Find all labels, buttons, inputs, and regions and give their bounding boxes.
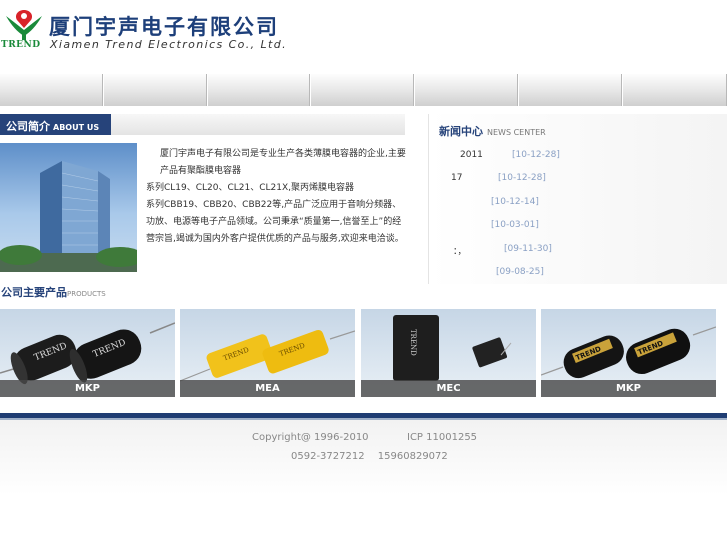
product-card-3[interactable]: TREND MEC [361, 309, 536, 397]
nav-item-4[interactable] [311, 74, 416, 106]
about-title-cn: 公司简介 [6, 120, 50, 133]
company-building-image [0, 143, 137, 272]
product-card-4[interactable]: TREND TREND MKP [541, 309, 716, 397]
logo-text: TREND [1, 40, 41, 50]
company-name-cn: 厦门宇声电子有限公司 [49, 15, 279, 39]
about-text-line-1: 厦门宇声电子有限公司是专业生产各类薄膜电容器的企业,主要产品有聚酯膜电容器 [160, 149, 406, 176]
product-label-1: MKP [0, 380, 175, 397]
nav-item-5[interactable] [415, 74, 519, 106]
products-title-cn: 公司主要产品 [1, 286, 67, 299]
news-date-6: [09-08-25] [496, 267, 544, 277]
nav-item-6[interactable] [518, 74, 623, 106]
contact-phones: 0592-3727212 15960829072 [291, 451, 448, 462]
company-name-en: Xiamen Trend Electronics Co., Ltd. [50, 38, 288, 51]
about-title-en: ABOUT US [53, 123, 100, 132]
products-title-en: PRODUCTS [67, 290, 106, 298]
about-title: 公司简介 ABOUT US [0, 114, 111, 135]
site-header: TREND 厦门宇声电子有限公司 Xiamen Trend Electronic… [0, 0, 727, 74]
news-date-1: [10-12-28] [512, 150, 560, 160]
product-label-2: MEA [180, 380, 355, 397]
news-center: 新闻中心 NEWS CENTER 2011 [10-12-28] 17 [10-1… [428, 114, 727, 284]
product-card-1[interactable]: TREND TREND MKP [0, 309, 175, 397]
product-3-print: TREND [409, 329, 417, 356]
icp-number: ICP 11001255 [407, 432, 478, 443]
phone-1: 0592-3727212 [291, 451, 365, 462]
copyright-text: Copyright@ 1996-2010 [252, 432, 369, 443]
about-text-line-2: 系列CL19、CL20、CL21、CL21X,聚丙烯膜电容器 [146, 183, 355, 193]
news-title-cn: 新闻中心 [439, 125, 483, 138]
about-text: 厦门宇声电子有限公司是专业生产各类薄膜电容器的企业,主要产品有聚酯膜电容器 系列… [146, 146, 408, 248]
nav-item-7[interactable] [622, 74, 727, 106]
news-item-1[interactable]: 2011 [460, 150, 483, 160]
news-date-4: [10-03-01] [491, 220, 539, 230]
news-title-en: NEWS CENTER [487, 128, 546, 137]
news-date-5: [09-11-30] [504, 244, 552, 254]
news-item-5[interactable]: ：， [453, 244, 467, 257]
nav-item-1[interactable] [0, 74, 104, 106]
news-item-2[interactable]: 17 [451, 173, 462, 183]
news-title: 新闻中心 NEWS CENTER [439, 123, 546, 139]
phone-2: 15960829072 [377, 451, 448, 462]
about-text-line-3: 系列CBB19、CBB20、CBB22等,产品广泛应用于音响分频器、功放、电源等… [146, 200, 404, 244]
nav-item-3[interactable] [207, 74, 312, 106]
nav-item-2[interactable] [103, 74, 208, 106]
building-illustration [0, 161, 137, 272]
products-title: 公司主要产品PRODUCTS [1, 284, 106, 300]
product-label-3: MEC [361, 380, 536, 397]
product-card-2[interactable]: TREND TREND MEA [180, 309, 355, 397]
news-date-2: [10-12-28] [498, 173, 546, 183]
product-label-4: MKP [541, 380, 716, 397]
about-section-header: 公司简介 ABOUT US [0, 114, 405, 135]
page: TREND 厦门宇声电子有限公司 Xiamen Trend Electronic… [0, 0, 727, 545]
main-nav [0, 74, 727, 106]
news-date-3: [10-12-14] [491, 197, 539, 207]
